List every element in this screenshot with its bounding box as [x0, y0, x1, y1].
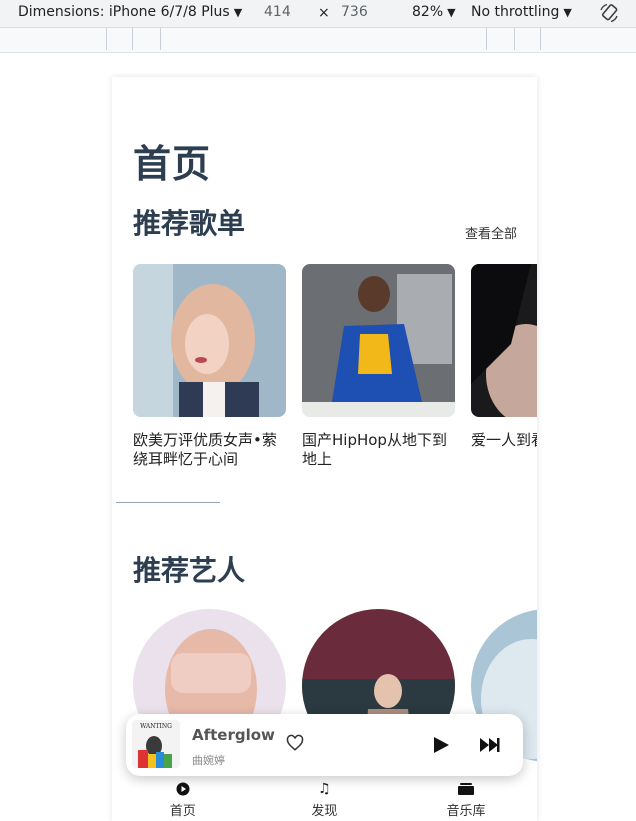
devtools-device-toolbar: Dimensions: iPhone 6/7/8 Plus ▼ 414 × 73… [0, 0, 636, 28]
scroll-indicator [116, 502, 220, 503]
tab-home[interactable]: 首页 [112, 777, 254, 821]
tab-label: 发现 [311, 804, 338, 819]
device-select[interactable]: Dimensions: iPhone 6/7/8 Plus ▼ [18, 4, 242, 20]
playlist-card[interactable]: 欧美万评优质女声•萦绕耳畔忆于心间 [133, 264, 286, 469]
recommended-playlists-heading: 推荐歌单 [133, 207, 246, 240]
device-viewport: 首页 推荐歌单 查看全部 欧美万评优质女声•萦绕耳畔忆于心间 国产HipHop从… [112, 77, 537, 821]
album-art-text: WANTING [140, 723, 172, 730]
music-note-icon: ♫ [318, 781, 331, 797]
chevron-down-icon: ▼ [233, 5, 243, 19]
playlist-title: 爱一人到看一次就 [471, 431, 537, 449]
album-art: WANTING [132, 720, 180, 768]
zoom-select[interactable]: 82% ▼ [412, 4, 456, 20]
playlist-cover [471, 264, 537, 417]
play-icon[interactable] [432, 736, 450, 754]
song-artist: 曲婉婷 [192, 754, 225, 767]
playlist-cover [133, 264, 286, 417]
tab-discover[interactable]: ♫ 发现 [254, 777, 396, 821]
media-query-ruler [0, 28, 636, 53]
page-title: 首页 [133, 142, 212, 186]
chevron-down-icon: ▼ [563, 5, 572, 19]
see-all-link[interactable]: 查看全部 [465, 223, 517, 242]
dimension-separator: × [318, 5, 330, 21]
playlist-cover [302, 264, 455, 417]
playlist-card[interactable]: 国产HipHop从地下到地上 [302, 264, 455, 469]
width-input[interactable]: 414 [264, 4, 291, 20]
playlist-title: 欧美万评优质女声•萦绕耳畔忆于心间 [133, 431, 277, 468]
throttling-select[interactable]: No throttling ▼ [471, 4, 572, 20]
mini-player[interactable]: WANTING Afterglow 曲婉婷 [126, 714, 523, 776]
rotate-device-icon[interactable] [598, 2, 620, 24]
height-input[interactable]: 736 [341, 4, 368, 20]
bottom-tab-bar: 首页 ♫ 发现 音乐库 [112, 777, 537, 821]
chevron-down-icon: ▼ [447, 5, 456, 19]
library-icon [457, 781, 474, 797]
tab-library[interactable]: 音乐库 [395, 777, 537, 821]
playlist-title: 国产HipHop从地下到地上 [302, 431, 447, 468]
song-title: Afterglow [192, 726, 275, 744]
throttling-value: No throttling [471, 4, 560, 20]
tab-label: 音乐库 [446, 804, 486, 819]
playlist-card[interactable]: 爱一人到看一次就 [471, 264, 537, 469]
device-label: Dimensions: iPhone 6/7/8 Plus [18, 4, 230, 20]
play-circle-icon [176, 781, 190, 797]
playlist-carousel: 欧美万评优质女声•萦绕耳畔忆于心间 国产HipHop从地下到地上 爱一人到 [133, 264, 537, 469]
tab-label: 首页 [169, 804, 196, 819]
zoom-value: 82% [412, 4, 444, 20]
recommended-artists-heading: 推荐艺人 [133, 554, 246, 587]
heart-outline-icon[interactable] [286, 734, 304, 752]
skip-next-icon[interactable] [480, 738, 500, 752]
